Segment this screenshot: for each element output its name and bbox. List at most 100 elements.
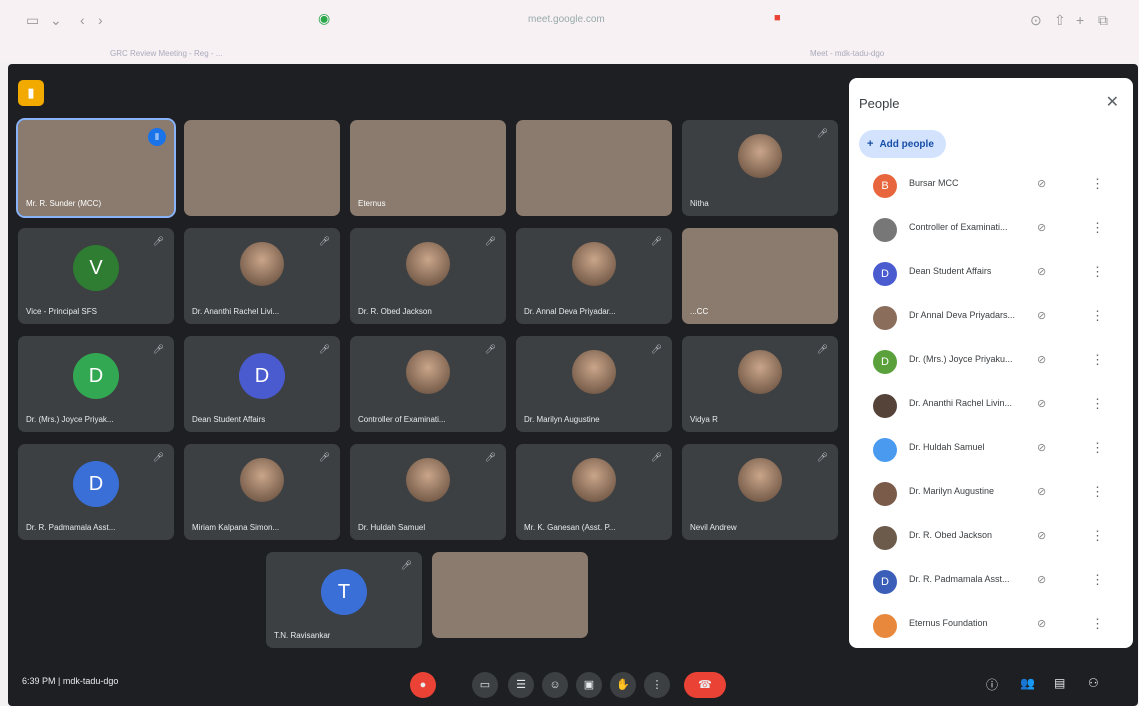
mic-off-icon[interactable]: ⊘: [1037, 309, 1046, 322]
participant-tile[interactable]: Eternus: [350, 120, 506, 216]
back-icon[interactable]: ‹: [80, 12, 85, 28]
participant-tile[interactable]: [184, 120, 340, 216]
add-people-button[interactable]: + Add people: [859, 130, 946, 158]
participant-tile[interactable]: 🎤︎ Dr. R. Obed Jackson: [350, 228, 506, 324]
avatar: [873, 438, 897, 462]
more-options-icon[interactable]: ⋮: [1091, 264, 1104, 280]
more-options-button[interactable]: ⋮: [644, 672, 670, 698]
mic-off-icon: 🎤︎: [318, 236, 330, 246]
avatar: [873, 614, 897, 638]
participant-tile[interactable]: V 🎤︎ Vice - Principal SFS: [18, 228, 174, 324]
leave-call-button[interactable]: ☎: [684, 672, 726, 698]
info-icon[interactable]: ⓘ: [986, 676, 998, 693]
share-icon[interactable]: ⇧: [1054, 12, 1066, 29]
list-item[interactable]: Dr. Huldah Samuel ⊘ ⋮: [849, 430, 1133, 470]
list-item[interactable]: D Dr. R. Padmamala Asst... ⊘ ⋮: [849, 562, 1133, 602]
mic-off-icon[interactable]: ⊘: [1037, 529, 1046, 542]
more-options-icon[interactable]: ⋮: [1091, 396, 1104, 412]
list-item[interactable]: Eternus Foundation ⊘ ⋮: [849, 606, 1133, 646]
mic-off-icon[interactable]: ⊘: [1037, 177, 1046, 190]
mic-off-icon[interactable]: ⊘: [1037, 573, 1046, 586]
list-item[interactable]: D Dean Student Affairs ⊘ ⋮: [849, 254, 1133, 294]
mic-off-icon[interactable]: ⊘: [1037, 617, 1046, 630]
mic-off-icon[interactable]: ⊘: [1037, 441, 1046, 454]
tab-overview-icon[interactable]: ⧉: [1098, 12, 1108, 29]
mic-off-icon[interactable]: ⊘: [1037, 221, 1046, 234]
more-options-icon[interactable]: ⋮: [1091, 352, 1104, 368]
grammarly-icon[interactable]: ◉: [318, 10, 330, 27]
chat-icon[interactable]: ▤: [1054, 676, 1065, 690]
list-item[interactable]: B Bursar MCC ⊘ ⋮: [849, 166, 1133, 206]
sidebar-toggle-icon[interactable]: ▭: [26, 12, 39, 29]
list-item[interactable]: Dr. R. Obed Jackson ⊘ ⋮: [849, 518, 1133, 558]
meeting-time: 6:39 PM | mdk-tadu-dgo: [22, 676, 119, 686]
participant-tile[interactable]: ...CC: [682, 228, 838, 324]
more-options-icon[interactable]: ⋮: [1091, 176, 1104, 192]
more-options-icon[interactable]: ⋮: [1091, 440, 1104, 456]
mic-off-icon: 🎤︎: [484, 236, 496, 246]
participant-tile[interactable]: D 🎤︎ Dr. R. Padmamala Asst...: [18, 444, 174, 540]
meet-window: ▮ ⦀ Mr. R. Sunder (MCC) Eternus 🎤︎ Nitha V 🎤︎ V…: [8, 64, 1138, 706]
list-item[interactable]: Dr Annal Deva Priyadars... ⊘ ⋮: [849, 298, 1133, 338]
forward-icon[interactable]: ›: [98, 12, 103, 28]
more-options-icon[interactable]: ⋮: [1091, 528, 1104, 544]
raise-hand-button[interactable]: ✋: [610, 672, 636, 698]
more-options-icon[interactable]: ⋮: [1091, 308, 1104, 324]
participant-tile[interactable]: 🎤︎ Nevil Andrew: [682, 444, 838, 540]
camera-toggle-button[interactable]: ▭: [472, 672, 498, 698]
mic-toggle-button[interactable]: ●: [410, 672, 436, 698]
more-options-icon[interactable]: ⋮: [1091, 484, 1104, 500]
participant-name: Eternus: [358, 199, 386, 208]
downloads-icon[interactable]: ⊙: [1030, 12, 1042, 29]
participant-name: Dr. R. Padmamala Asst...: [909, 574, 1010, 584]
participant-name: Dr. R. Obed Jackson: [909, 530, 993, 540]
tab-gmail[interactable]: GRC Review Meeting - Reg - ...: [110, 49, 222, 58]
new-tab-icon[interactable]: +: [1076, 12, 1084, 28]
mic-off-icon[interactable]: ⊘: [1037, 265, 1046, 278]
more-options-icon[interactable]: ⋮: [1091, 572, 1104, 588]
mic-off-icon[interactable]: ⊘: [1037, 485, 1046, 498]
participant-tile[interactable]: 🎤︎ Miriam Kalpana Simon...: [184, 444, 340, 540]
participant-tile[interactable]: [516, 120, 672, 216]
participant-tile[interactable]: 🎤︎ Dr. Huldah Samuel: [350, 444, 506, 540]
tab-meet[interactable]: Meet - mdk-tadu-dgo: [810, 49, 884, 58]
close-icon[interactable]: ✕: [1106, 92, 1119, 112]
url-bar[interactable]: meet.google.com: [528, 14, 605, 25]
emoji-button[interactable]: ☺: [542, 672, 568, 698]
participant-tile[interactable]: D 🎤︎ Dean Student Affairs: [184, 336, 340, 432]
more-options-icon[interactable]: ⋮: [1091, 220, 1104, 236]
mic-off-icon: 🎤︎: [816, 128, 828, 138]
participant-tile[interactable]: [432, 552, 588, 638]
people-icon[interactable]: 👥: [1020, 676, 1035, 690]
participant-tile[interactable]: 🎤︎ Dr. Ananthi Rachel Livi...: [184, 228, 340, 324]
avatar: B: [873, 174, 897, 198]
mic-off-icon[interactable]: ⊘: [1037, 397, 1046, 410]
list-item[interactable]: D Dr. (Mrs.) Joyce Priyaku... ⊘ ⋮: [849, 342, 1133, 382]
participant-tile[interactable]: 🎤︎ Dr. Marilyn Augustine: [516, 336, 672, 432]
participant-tile[interactable]: 🎤︎ Controller of Examinati...: [350, 336, 506, 432]
participant-name: Vidya R: [690, 415, 718, 424]
participant-tile[interactable]: 🎤︎ Dr. Annal Deva Priyadar...: [516, 228, 672, 324]
mic-off-icon[interactable]: ⊘: [1037, 353, 1046, 366]
chevron-down-icon[interactable]: ⌄: [50, 12, 62, 29]
participant-tile[interactable]: 🎤︎ Nitha: [682, 120, 838, 216]
camera-indicator-icon: ■: [774, 12, 781, 24]
participant-tile[interactable]: 🎤︎ Vidya R: [682, 336, 838, 432]
avatar: T: [321, 569, 367, 616]
mic-off-icon: 🎤︎: [152, 452, 164, 462]
mic-off-icon: 🎤︎: [318, 452, 330, 462]
captions-button[interactable]: ☰: [508, 672, 534, 698]
list-item[interactable]: Dr. Ananthi Rachel Livin... ⊘ ⋮: [849, 386, 1133, 426]
list-item[interactable]: Controller of Examinati... ⊘ ⋮: [849, 210, 1133, 250]
participant-name: Dr. Ananthi Rachel Livi...: [192, 307, 280, 316]
mic-off-icon: 🎤︎: [650, 344, 662, 354]
more-options-icon[interactable]: ⋮: [1091, 616, 1104, 632]
participant-tile[interactable]: ⦀ Mr. R. Sunder (MCC): [16, 118, 176, 218]
activities-icon[interactable]: ⚇: [1088, 676, 1099, 690]
participant-name: Dr. Huldah Samuel: [909, 442, 985, 452]
participant-tile[interactable]: D 🎤︎ Dr. (Mrs.) Joyce Priyak...: [18, 336, 174, 432]
list-item[interactable]: Dr. Marilyn Augustine ⊘ ⋮: [849, 474, 1133, 514]
participant-tile[interactable]: 🎤︎ Mr. K. Ganesan (Asst. P...: [516, 444, 672, 540]
participant-tile[interactable]: T 🎤︎ T.N. Ravisankar: [266, 552, 422, 648]
present-button[interactable]: ▣: [576, 672, 602, 698]
